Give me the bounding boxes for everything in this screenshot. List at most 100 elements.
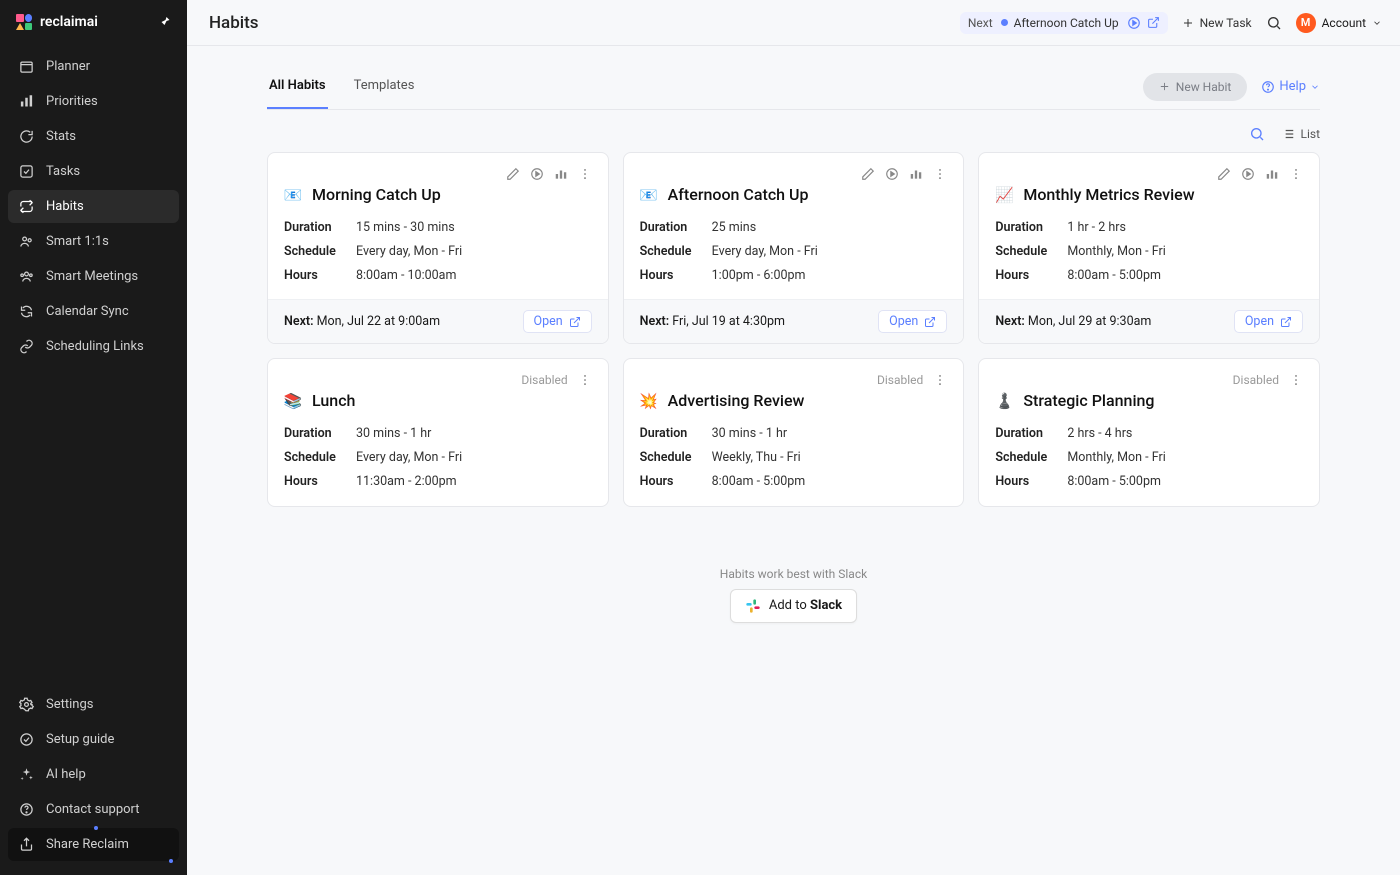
sidebar-item-label: Stats [46,129,76,144]
habit-card[interactable]: 📧 Afternoon Catch Up Duration25 mins Sch… [623,152,965,344]
sidebar-item-planner[interactable]: Planner [8,50,179,83]
habit-title: Afternoon Catch Up [668,185,809,204]
sidebar-item-smart-meetings[interactable]: Smart Meetings [8,260,179,293]
meta-label-duration: Duration [995,422,1067,446]
account-menu[interactable]: M Account [1296,13,1382,33]
next-event-pill[interactable]: Next Afternoon Catch Up [960,12,1168,34]
sidebar: reclaimai Planner Priorities Stats Tasks… [0,0,187,875]
search-icon[interactable] [1266,15,1282,31]
sidebar-item-share-reclaim[interactable]: Share Reclaim [8,828,179,861]
stats-icon[interactable] [1265,167,1279,181]
tab-all-habits[interactable]: All Habits [267,64,328,109]
add-to-slack-button[interactable]: Add to Slack [730,589,857,623]
meta-label-schedule: Schedule [995,240,1067,264]
slack-promo-text: Habits work best with Slack [267,567,1320,581]
meta-label-schedule: Schedule [995,446,1067,470]
sidebar-item-label: Settings [46,697,93,712]
play-circle-icon[interactable] [1241,167,1255,181]
meta-label-duration: Duration [995,216,1067,240]
sidebar-item-ai-help[interactable]: AI help [8,758,179,791]
habit-title: Morning Catch Up [312,185,441,204]
play-circle-icon[interactable] [530,167,544,181]
sidebar-item-label: Scheduling Links [46,339,144,354]
help-link[interactable]: Help [1261,79,1320,94]
next-occurrence: Next: Mon, Jul 29 at 9:30am [995,314,1151,329]
stats-icon[interactable] [554,167,568,181]
next-pill-event: Afternoon Catch Up [1014,16,1119,30]
edit-icon[interactable] [861,167,875,181]
more-icon[interactable] [578,167,592,181]
sidebar-item-calendar-sync[interactable]: Calendar Sync [8,295,179,328]
meta-value-duration: 30 mins - 1 hr [712,422,787,446]
meta-value-duration: 15 mins - 30 mins [356,216,455,240]
habit-title: Monthly Metrics Review [1023,185,1194,204]
new-habit-button[interactable]: New Habit [1143,73,1248,101]
meta-value-hours: 1:00pm - 6:00pm [712,264,806,288]
meeting-icon [18,269,34,284]
external-link-icon[interactable] [1147,16,1160,30]
tab-templates[interactable]: Templates [352,64,417,109]
help-label: Help [1279,79,1306,94]
edit-icon[interactable] [1217,167,1231,181]
meta-label-duration: Duration [640,422,712,446]
sidebar-item-priorities[interactable]: Priorities [8,85,179,118]
meta-label-schedule: Schedule [284,240,356,264]
meta-label-hours: Hours [284,470,356,494]
habit-card[interactable]: Disabled 💥 Advertising Review Duration30… [623,358,965,506]
content: All Habits Templates New Habit Help List [187,46,1400,663]
more-icon[interactable] [933,373,947,387]
meta-value-duration: 2 hrs - 4 hrs [1067,422,1132,446]
play-circle-icon[interactable] [1127,16,1141,30]
stats-icon[interactable] [909,167,923,181]
meta-label-hours: Hours [640,264,712,288]
list-controls: List [267,110,1320,152]
topbar: Habits Next Afternoon Catch Up New Task … [187,0,1400,46]
sidebar-item-scheduling-links[interactable]: Scheduling Links [8,330,179,363]
sidebar-item-setup-guide[interactable]: Setup guide [8,723,179,756]
sidebar-header: reclaimai [0,0,187,44]
event-dot-icon [1001,19,1008,26]
card-footer: Next: Mon, Jul 29 at 9:30am Open [979,299,1319,343]
next-occurrence: Next: Fri, Jul 19 at 4:30pm [640,314,785,329]
habit-card[interactable]: Disabled ♟️ Strategic Planning Duration2… [978,358,1320,506]
meta-value-schedule: Monthly, Mon - Fri [1067,240,1165,264]
new-habit-label: New Habit [1176,80,1232,94]
habit-title: Advertising Review [668,391,805,410]
meta-value-hours: 11:30am - 2:00pm [356,470,457,494]
more-icon[interactable] [1289,167,1303,181]
sidebar-item-smart-11s[interactable]: Smart 1:1s [8,225,179,258]
habit-card[interactable]: 📈 Monthly Metrics Review Duration1 hr - … [978,152,1320,344]
sync-icon [18,304,34,319]
edit-icon[interactable] [506,167,520,181]
open-habit-button[interactable]: Open [523,310,592,333]
main: Habits Next Afternoon Catch Up New Task … [187,0,1400,875]
nav-main: Planner Priorities Stats Tasks Habits Sm… [0,44,187,682]
list-view-toggle[interactable]: List [1281,127,1321,141]
meta-label-duration: Duration [284,216,356,240]
list-icon [1281,127,1295,141]
sidebar-item-label: Tasks [46,164,80,179]
sidebar-item-habits[interactable]: Habits [8,190,179,223]
habit-cards: 📧 Morning Catch Up Duration15 mins - 30 … [267,152,1320,507]
open-habit-button[interactable]: Open [878,310,947,333]
more-icon[interactable] [1289,373,1303,387]
sidebar-item-contact-support[interactable]: Contact support [8,793,179,826]
search-icon[interactable] [1249,126,1265,142]
habit-card[interactable]: 📧 Morning Catch Up Duration15 mins - 30 … [267,152,609,344]
habit-emoji-icon: 📚 [284,392,302,410]
open-habit-button[interactable]: Open [1234,310,1303,333]
habit-emoji-icon: ♟️ [995,392,1013,410]
habit-card[interactable]: Disabled 📚 Lunch Duration30 mins - 1 hr … [267,358,609,506]
more-icon[interactable] [933,167,947,181]
sidebar-item-label: Setup guide [46,732,114,747]
pin-icon[interactable] [159,16,171,28]
play-circle-icon[interactable] [885,167,899,181]
help-icon [18,802,34,817]
meta-label-hours: Hours [284,264,356,288]
sidebar-item-settings[interactable]: Settings [8,688,179,721]
meta-value-hours: 8:00am - 5:00pm [712,470,806,494]
new-task-button[interactable]: New Task [1182,16,1252,30]
sidebar-item-stats[interactable]: Stats [8,120,179,153]
more-icon[interactable] [578,373,592,387]
sidebar-item-tasks[interactable]: Tasks [8,155,179,188]
